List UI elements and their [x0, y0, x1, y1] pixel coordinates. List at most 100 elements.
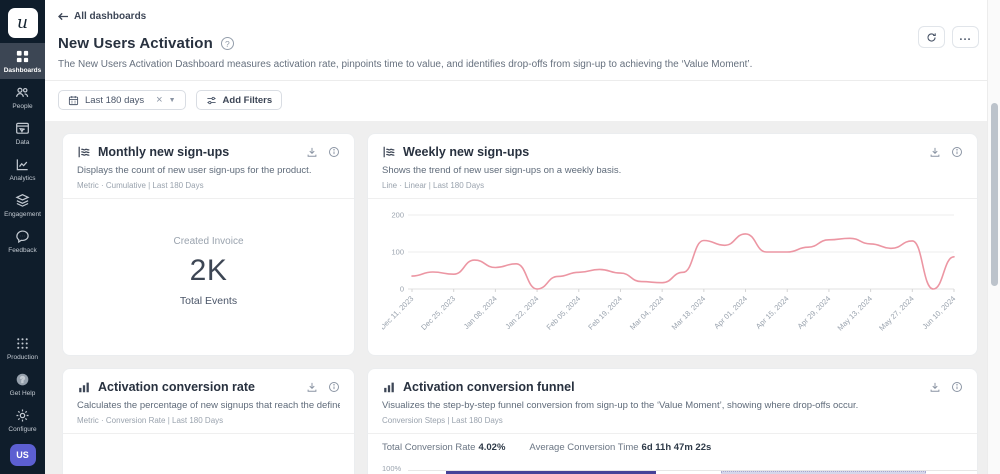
card-divider — [368, 198, 977, 199]
card-divider — [63, 433, 354, 434]
engagement-icon — [15, 194, 30, 207]
sidebar-item-label: Production — [6, 354, 39, 361]
sidebar-item-feedback[interactable]: Feedback — [0, 223, 45, 259]
svg-text:May 13, 2024: May 13, 2024 — [836, 294, 875, 333]
svg-text:100: 100 — [391, 248, 404, 257]
filter-bar: Last 180 days × ▼ Add Filters — [58, 81, 976, 121]
sidebar-item-label: Dashboards — [3, 67, 42, 74]
production-grid-icon — [17, 338, 28, 349]
svg-text:?: ? — [20, 375, 25, 384]
app-window: u Dashboards People Data Analytics Engag… — [0, 0, 1000, 474]
card-activation-conversion-rate: Activation conversion rate Calculates th… — [62, 368, 355, 474]
main-content: All dashboards New Users Activation ? ..… — [45, 0, 1000, 474]
clear-filter-icon[interactable]: × — [156, 94, 162, 106]
metric-display: Created Invoice 2K Total Events — [77, 199, 340, 344]
svg-text:Dec 25, 2023: Dec 25, 2023 — [419, 294, 457, 332]
avatar-initials: US — [16, 450, 29, 460]
bar-chart-icon — [77, 380, 91, 394]
card-meta: Conversion Steps | Last 180 Days — [382, 416, 503, 425]
svg-text:Mar 04, 2024: Mar 04, 2024 — [628, 294, 666, 332]
info-icon[interactable] — [328, 146, 340, 158]
card-meta: Metric · Conversion Rate | Last 180 Days — [77, 416, 224, 425]
calendar-icon — [68, 95, 79, 105]
card-meta: Line · Linear | Last 180 Days — [382, 181, 485, 190]
download-icon[interactable] — [929, 146, 941, 158]
svg-text:0: 0 — [400, 285, 404, 294]
back-link[interactable]: All dashboards — [58, 11, 146, 22]
people-icon — [16, 87, 29, 97]
card-title: Monthly new sign-ups — [98, 145, 230, 159]
page-title: New Users Activation — [58, 35, 213, 52]
total-conversion-rate-value: 4.02% — [478, 442, 506, 453]
svg-text:200: 200 — [391, 211, 404, 220]
card-weekly-new-signups: Weekly new sign-ups Shows the trend of n… — [367, 133, 978, 356]
card-description: Calculates the percentage of new signups… — [77, 400, 340, 411]
add-filters-label: Add Filters — [222, 94, 273, 106]
info-icon[interactable] — [328, 381, 340, 393]
info-icon[interactable] — [951, 146, 963, 158]
sidebar-item-get-help[interactable]: ? Get Help — [0, 366, 45, 402]
card-description: Shows the trend of new user sign-ups on … — [382, 165, 622, 176]
sidebar-item-label: Configure — [8, 426, 37, 433]
svg-text:Jun 10, 2024: Jun 10, 2024 — [920, 294, 957, 331]
back-arrow-icon — [58, 12, 68, 21]
add-filters-button[interactable]: Add Filters — [195, 90, 283, 110]
refresh-button[interactable] — [918, 26, 945, 48]
sidebar-item-label: People — [12, 103, 33, 110]
sidebar-item-analytics[interactable]: Analytics — [0, 151, 45, 187]
average-conversion-time: Average Conversion Time 6d 11h 47m 22s — [529, 442, 712, 453]
analytics-icon — [16, 159, 28, 171]
gear-icon — [16, 409, 29, 422]
user-avatar[interactable]: US — [9, 444, 36, 466]
sidebar-item-label: Get Help — [9, 390, 36, 397]
metric-event-name: Created Invoice — [173, 236, 244, 247]
svg-text:Apr 29, 2024: Apr 29, 2024 — [796, 294, 833, 331]
svg-text:May 27, 2024: May 27, 2024 — [877, 294, 916, 333]
funnel-chart: 100% — [382, 458, 977, 474]
metric-value: 2K — [189, 254, 228, 287]
funnel-y-tick: 100% — [382, 464, 402, 473]
sidebar-item-engagement[interactable]: Engagement — [0, 187, 45, 223]
date-range-filter[interactable]: Last 180 days × ▼ — [58, 90, 186, 110]
svg-text:Jan 08, 2024: Jan 08, 2024 — [462, 294, 499, 331]
sidebar-item-label: Feedback — [8, 247, 37, 254]
info-icon[interactable] — [951, 381, 963, 393]
feedback-icon — [16, 230, 29, 244]
page-header: All dashboards New Users Activation ? ..… — [45, 0, 1000, 121]
filter-sliders-icon — [206, 96, 216, 104]
metric-chart-icon — [77, 145, 91, 159]
sidebar-item-label: Data — [15, 139, 30, 146]
svg-text:Apr 01, 2024: Apr 01, 2024 — [712, 294, 749, 331]
sidebar-item-data[interactable]: Data — [0, 115, 45, 151]
app-logo[interactable]: u — [7, 8, 38, 38]
svg-text:Jan 22, 2024: Jan 22, 2024 — [503, 294, 540, 331]
sidebar-item-label: Engagement — [4, 211, 41, 218]
dashboards-icon — [16, 50, 29, 63]
card-title: Activation conversion funnel — [403, 380, 575, 394]
more-options-button[interactable]: ... — [952, 26, 979, 48]
download-icon[interactable] — [306, 146, 318, 158]
vertical-scrollbar — [987, 0, 1000, 474]
title-help-icon[interactable]: ? — [220, 37, 234, 50]
sidebar-item-people[interactable]: People — [0, 79, 45, 115]
card-description: Visualizes the step-by-step funnel conve… — [382, 400, 859, 411]
scrollbar-thumb[interactable] — [991, 103, 998, 286]
ellipsis-icon: ... — [959, 31, 972, 43]
card-title: Activation conversion rate — [98, 380, 255, 394]
svg-text:Feb 19, 2024: Feb 19, 2024 — [586, 294, 624, 332]
help-circle-icon: ? — [16, 373, 29, 386]
sidebar-item-production[interactable]: Production — [0, 330, 45, 366]
dashboard-grid: Monthly new sign-ups Displays the count … — [45, 121, 1000, 474]
sidebar: u Dashboards People Data Analytics Engag… — [0, 0, 45, 474]
sidebar-item-dashboards[interactable]: Dashboards — [0, 43, 45, 79]
card-title: Weekly new sign-ups — [403, 145, 530, 159]
download-icon[interactable] — [306, 381, 318, 393]
chevron-down-icon[interactable]: ▼ — [169, 97, 176, 104]
date-range-value: Last 180 days — [85, 94, 145, 106]
download-icon[interactable] — [929, 381, 941, 393]
sidebar-item-configure[interactable]: Configure — [0, 402, 45, 438]
page-description: The New Users Activation Dashboard measu… — [58, 59, 753, 70]
card-activation-conversion-funnel: Activation conversion funnel Visualizes … — [367, 368, 978, 474]
average-conversion-time-value: 6d 11h 47m 22s — [641, 442, 712, 453]
sidebar-item-label: Analytics — [9, 175, 36, 182]
